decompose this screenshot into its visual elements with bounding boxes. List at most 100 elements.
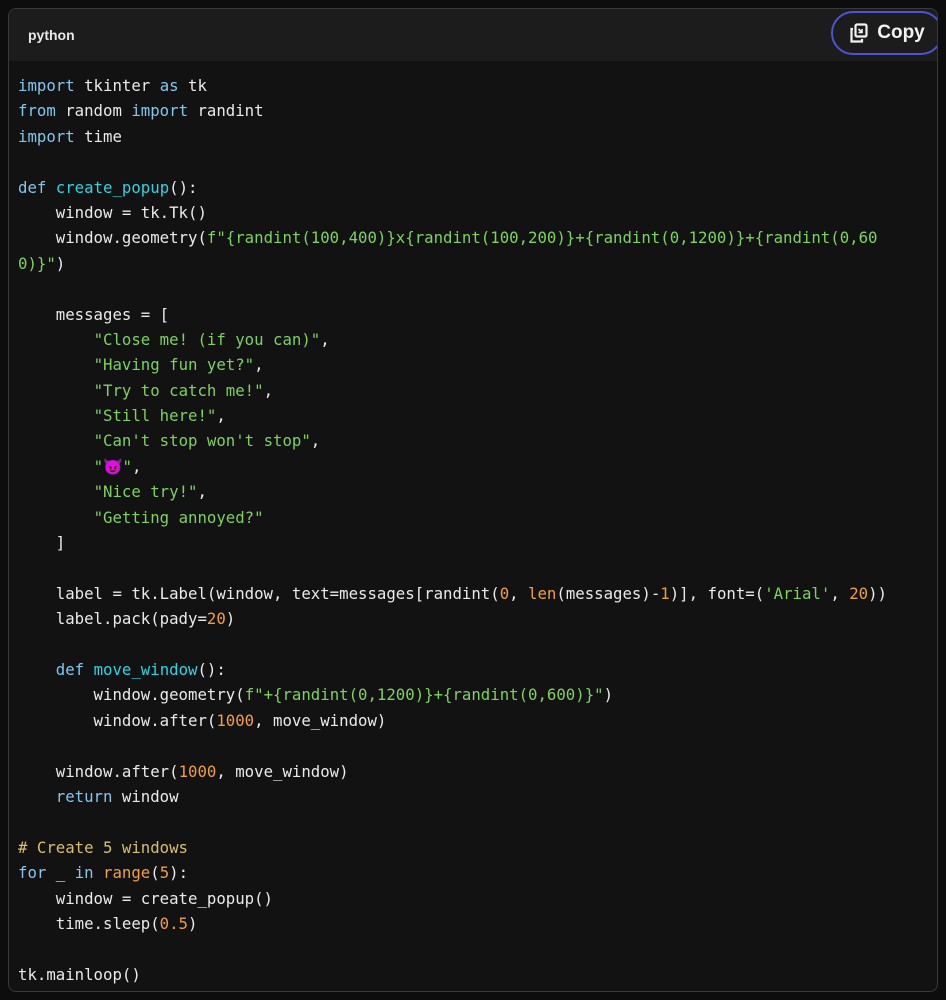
code-token: 20 bbox=[206, 609, 226, 629]
language-label: python bbox=[28, 27, 75, 43]
code-token: def bbox=[18, 177, 47, 197]
code-line: # Create 5 windows bbox=[18, 835, 937, 860]
code-line: for _ in range(5): bbox=[18, 860, 937, 885]
code-token: "Having fun yet?" bbox=[93, 355, 255, 375]
code-line: window = tk.Tk() bbox=[18, 200, 937, 225]
code-line: def create_popup(): bbox=[18, 175, 937, 200]
code-line: ​ bbox=[18, 555, 937, 580]
code-token: import bbox=[131, 101, 189, 121]
code-line: "Having fun yet?", bbox=[18, 352, 937, 377]
code-token: "Getting annoyed?" bbox=[93, 507, 264, 527]
code-token: window.after( bbox=[18, 710, 217, 730]
code-token: , move_window) bbox=[254, 710, 387, 730]
code-content[interactable]: import tkinter as tk from random import r… bbox=[9, 61, 937, 987]
code-token: as bbox=[159, 76, 179, 95]
code-line: ​ bbox=[18, 809, 937, 834]
code-token: "😈" bbox=[93, 456, 132, 476]
code-token: )], font=( bbox=[669, 583, 765, 603]
code-token: (): bbox=[197, 659, 226, 679]
code-line: time.sleep(0.5) bbox=[18, 911, 937, 936]
code-token: ) bbox=[603, 685, 614, 705]
code-line: 0)}") bbox=[18, 251, 937, 276]
code-token: , bbox=[197, 482, 207, 502]
code-token: ) bbox=[225, 609, 236, 629]
code-line: label = tk.Label(window, text=messages[r… bbox=[18, 581, 937, 606]
code-token: _ bbox=[46, 863, 75, 883]
code-token: )) bbox=[868, 583, 887, 603]
code-token: , bbox=[132, 456, 142, 476]
code-line: window.after(1000, move_window) bbox=[18, 759, 937, 784]
code-token: 0.5 bbox=[159, 913, 189, 933]
code-token: create_popup bbox=[55, 177, 170, 197]
code-token: randint bbox=[188, 101, 264, 121]
code-token: ) bbox=[55, 253, 66, 273]
code-line: "Try to catch me!", bbox=[18, 378, 937, 403]
code-token: tk bbox=[178, 76, 207, 95]
code-line: return window bbox=[18, 784, 937, 809]
code-line: label.pack(pady=20) bbox=[18, 606, 937, 631]
code-token: 20 bbox=[849, 583, 869, 603]
code-token: tk.mainloop() bbox=[18, 964, 141, 984]
code-token: 1 bbox=[660, 583, 670, 603]
code-line: window.geometry(f"{randint(100,400)}x{ra… bbox=[18, 225, 937, 250]
copy-button[interactable]: Copy bbox=[831, 11, 937, 55]
code-token: ) bbox=[188, 913, 198, 933]
code-token: def bbox=[55, 659, 85, 679]
code-token: , bbox=[509, 583, 529, 603]
code-token: from bbox=[18, 101, 56, 121]
code-token: , bbox=[320, 329, 330, 349]
code-token: "Try to catch me!" bbox=[93, 380, 264, 400]
code-line: window.after(1000, move_window) bbox=[18, 708, 937, 733]
code-line: messages = [ bbox=[18, 302, 937, 327]
code-token: window bbox=[112, 786, 179, 806]
code-token: in bbox=[74, 863, 94, 883]
code-token: time bbox=[74, 126, 122, 146]
code-token: 0)}" bbox=[18, 253, 56, 273]
code-token: "Nice try!" bbox=[93, 482, 198, 502]
code-token: # Create 5 windows bbox=[18, 837, 189, 857]
code-token: , bbox=[254, 355, 264, 375]
code-token: random bbox=[55, 101, 132, 121]
code-token: , bbox=[830, 583, 850, 603]
code-token: ( bbox=[150, 863, 160, 883]
code-token: window.geometry( bbox=[18, 685, 245, 705]
copy-button-label: Copy bbox=[877, 22, 925, 43]
code-token: "Close me! (if you can)" bbox=[93, 329, 321, 349]
code-line: "😈", bbox=[18, 454, 937, 479]
code-token: ] bbox=[18, 533, 66, 553]
code-line: window = create_popup() bbox=[18, 886, 937, 911]
code-token: (messages)- bbox=[556, 583, 661, 603]
code-line: window.geometry(f"+{randint(0,1200)}+{ra… bbox=[18, 682, 937, 707]
code-line: import time bbox=[18, 124, 937, 149]
code-token: , bbox=[310, 431, 321, 451]
code-line: "Still here!", bbox=[18, 403, 937, 428]
code-token: , move_window) bbox=[216, 761, 349, 781]
code-token: label.pack(pady= bbox=[18, 609, 207, 629]
code-token: 1000 bbox=[178, 761, 217, 781]
code-token: (): bbox=[169, 177, 198, 197]
code-token: , bbox=[216, 406, 226, 426]
code-token: return bbox=[55, 786, 113, 806]
code-token: f"{randint(100,400)}x{randint(100,200)}+… bbox=[206, 228, 878, 248]
code-token: tkinter bbox=[74, 76, 160, 95]
code-line: "Close me! (if you can)", bbox=[18, 327, 937, 352]
code-token: window.after( bbox=[18, 761, 179, 781]
copy-icon bbox=[850, 23, 868, 43]
code-block-header: python Copy bbox=[9, 9, 937, 61]
code-line: "Nice try!", bbox=[18, 479, 937, 504]
code-token: len bbox=[528, 583, 557, 603]
code-token: ): bbox=[169, 863, 189, 883]
code-line: def move_window(): bbox=[18, 657, 937, 682]
code-token: move_window bbox=[93, 659, 198, 679]
code-block: python Copy import tkinter as tk from ran… bbox=[8, 8, 938, 992]
